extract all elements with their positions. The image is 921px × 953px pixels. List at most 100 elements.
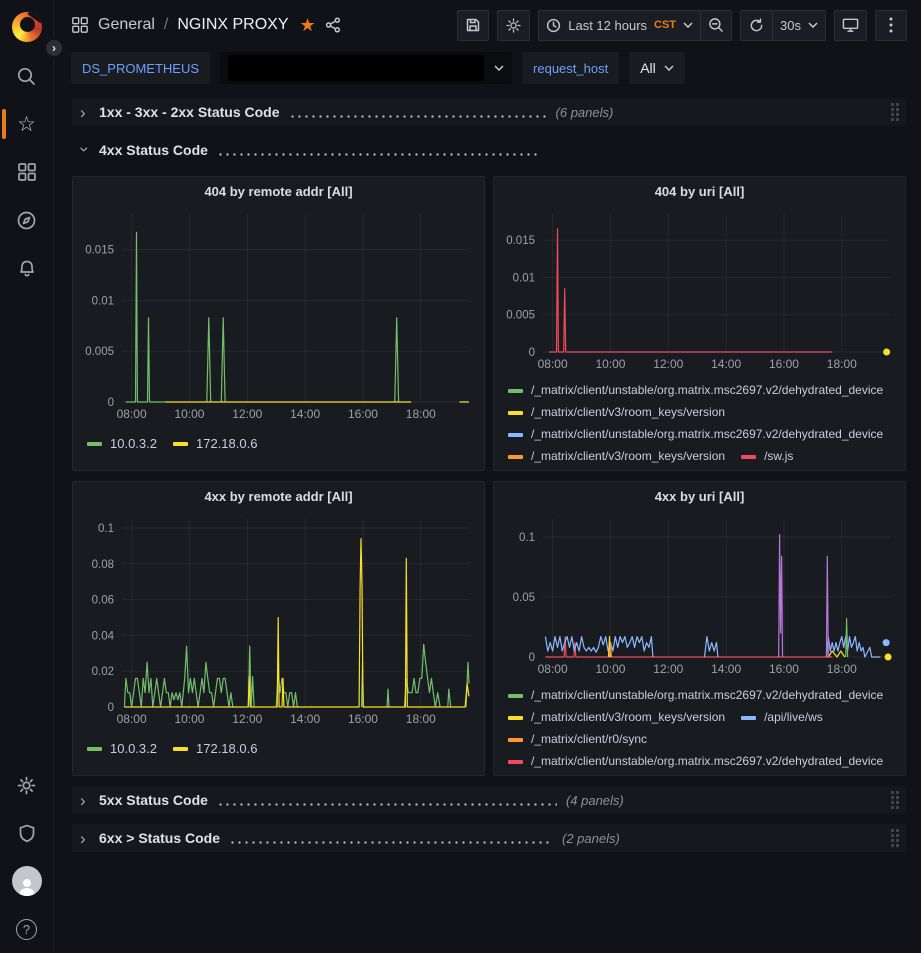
tv-mode-button[interactable] [834,10,867,41]
row-dots [229,841,553,844]
row-panel-count: (4 panels) [566,793,624,808]
time-range-label: Last 12 hours [568,18,647,33]
grafana-logo[interactable] [12,12,42,42]
breadcrumb-title[interactable]: NGINX PROXY [177,16,288,34]
sidebar-item-alerting[interactable] [0,244,54,292]
zoom-out-time-button[interactable] [700,10,732,41]
search-icon[interactable] [0,52,54,100]
row-title: 6xx > Status Code [99,830,220,846]
svg-text:16:00: 16:00 [769,357,799,371]
legend-item[interactable]: 10.0.3.2 [87,738,157,759]
row-drag-handle[interactable] [891,791,899,809]
refresh-button[interactable] [740,10,772,41]
timeseries-chart[interactable]: 08:0010:0012:0014:0016:0018:0000.0050.01… [499,206,900,374]
dashboard-settings-button[interactable] [497,10,530,41]
svg-text:0: 0 [529,347,535,359]
svg-text:18:00: 18:00 [406,407,436,421]
legend-item[interactable]: /_matrix/client/v3/room_keys/version [508,446,725,467]
kebab-menu-button[interactable] [875,10,907,41]
legend-item[interactable]: /_matrix/client/r0/sync [508,729,647,750]
svg-text:10:00: 10:00 [595,357,625,371]
row-dots [289,115,547,118]
panel-title[interactable]: 404 by remote addr [All] [73,177,484,206]
panel-title[interactable]: 404 by uri [All] [494,177,905,206]
panel-row-2: 4xx by remote addr [All] 08:0010:0012:00… [72,481,906,776]
legend-label: /sw.js [764,446,793,467]
legend-label: /_matrix/client/unstable/org.matrix.msc2… [531,751,883,772]
legend-swatch [741,455,756,459]
sidebar-item-profile[interactable] [0,857,54,905]
legend-item[interactable]: /api/live/ws [741,707,823,728]
legend-swatch [508,760,523,764]
row-header-4xx[interactable]: › 4xx Status Code [72,136,906,164]
svg-text:14:00: 14:00 [290,712,320,726]
favorite-star-icon[interactable]: ★ [300,15,316,36]
svg-text:0: 0 [529,652,535,664]
legend-item[interactable]: 172.18.0.6 [173,738,257,759]
time-range-picker[interactable]: Last 12 hours CST [538,10,700,41]
row-title: 5xx Status Code [99,792,208,808]
timeseries-chart[interactable]: 08:0010:0012:0014:0016:0018:0000.0050.01… [78,206,479,424]
zoom-out-icon [708,17,724,33]
legend-item[interactable]: 10.0.3.2 [87,433,157,454]
svg-text:18:00: 18:00 [406,712,436,726]
legend-swatch [508,389,523,393]
breadcrumb-section[interactable]: General [98,16,155,34]
panel-title[interactable]: 4xx by remote addr [All] [73,482,484,511]
svg-text:0.015: 0.015 [85,245,114,257]
legend-label: /_matrix/client/v3/room_keys/version [531,446,725,467]
sidebar-item-explore[interactable] [0,196,54,244]
apps-grid-icon[interactable] [71,16,89,34]
legend-item[interactable]: /_matrix/client/unstable/org.matrix.msc2… [508,380,883,401]
svg-text:0: 0 [108,397,114,409]
row-drag-handle[interactable] [891,103,899,121]
sidebar-item-server-admin[interactable] [0,809,54,857]
sidebar-item-dashboards[interactable] [0,148,54,196]
variable-request-host-dropdown[interactable]: All [629,52,685,84]
row-header-5xx[interactable]: › 5xx Status Code (4 panels) [72,786,906,814]
row-header-6xx[interactable]: › 6xx > Status Code (2 panels) [72,824,906,852]
legend-item[interactable]: /_matrix/client/unstable/org.matrix.msc2… [508,424,883,445]
row-header-1xx[interactable]: › 1xx - 3xx - 2xx Status Code (6 panels) [72,98,906,126]
legend-item[interactable]: /_matrix/client/v3/room_keys/version [508,402,725,423]
breadcrumb-separator: / [164,16,168,34]
timeseries-chart[interactable]: 08:0010:0012:0014:0016:0018:0000.050.1 [499,511,900,679]
row-panel-count: (2 panels) [562,831,620,846]
legend-item[interactable]: 172.18.0.6 [173,433,257,454]
svg-text:0.01: 0.01 [513,272,535,284]
timeseries-chart[interactable]: 08:0010:0012:0014:0016:0018:0000.020.040… [78,511,479,729]
legend-label: /_matrix/client/v3/room_keys/version [531,707,725,728]
panel-legend: /_matrix/client/unstable/org.matrix.msc2… [494,374,905,467]
sidebar-item-starred[interactable]: ☆ [0,100,54,148]
save-dashboard-button[interactable] [457,10,489,41]
sidebar-item-help[interactable]: ? [0,905,54,953]
dashboard-topbar: General / NGINX PROXY ★ Last 12 hours CS… [55,0,921,50]
panel-title[interactable]: 4xx by uri [All] [494,482,905,511]
dashboard-body: › 1xx - 3xx - 2xx Status Code (6 panels)… [55,92,921,852]
dashboards-grid-icon [17,162,37,182]
legend-item[interactable]: /_matrix/client/unstable/org.matrix.msc2… [508,751,883,772]
panel-legend: 10.0.3.2 172.18.0.6 [73,729,484,759]
chevron-down-icon [664,65,674,71]
svg-text:0.05: 0.05 [513,592,535,604]
chevron-right-icon: › [80,830,90,847]
refresh-interval-picker[interactable]: 30s [772,10,826,41]
svg-text:0.1: 0.1 [98,523,114,535]
row-drag-handle[interactable] [891,829,899,847]
svg-text:0: 0 [108,702,114,714]
panel-row-1: 404 by remote addr [All] 08:0010:0012:00… [72,176,906,471]
variable-datasource-dropdown[interactable] [220,52,512,84]
chevron-down-icon [494,65,504,71]
share-icon[interactable] [325,17,341,33]
kebab-icon [889,17,893,33]
panel-legend: /_matrix/client/unstable/org.matrix.msc2… [494,679,905,772]
expand-sidebar-button[interactable]: › [43,37,65,59]
bell-icon [17,258,37,279]
svg-text:0.015: 0.015 [506,235,535,247]
legend-item[interactable]: /sw.js [741,446,793,467]
legend-item[interactable]: /_matrix/client/v3/room_keys/version [508,707,725,728]
legend-label: /_matrix/client/unstable/org.matrix.msc2… [531,424,883,445]
timezone-label: CST [654,19,676,31]
sidebar-item-configuration[interactable] [0,761,54,809]
legend-item[interactable]: /_matrix/client/unstable/org.matrix.msc2… [508,685,883,706]
